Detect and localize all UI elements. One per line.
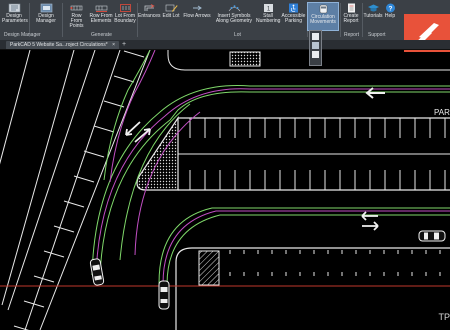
diagonal-stall-lines (13, 50, 145, 330)
design-manager-button[interactable]: Design Manager (33, 2, 59, 31)
svg-text:?: ? (388, 5, 392, 12)
button-label: Tutorials (363, 13, 383, 19)
accessible-icon (289, 3, 298, 13)
row-elements-icon (95, 5, 107, 12)
entrances-button[interactable]: Entrances (138, 2, 161, 31)
button-label: Row From Elements (89, 13, 113, 25)
help-icon: ? (385, 3, 395, 13)
stall-line (33, 275, 55, 283)
group-label-report: Report (344, 32, 360, 38)
boundary-icon (119, 4, 131, 12)
dropdown-item-icon[interactable] (312, 42, 319, 49)
ribbon-toolbar: Design Parameters Design Manager Row Fro… (0, 0, 450, 41)
document-tab[interactable]: ParkCAD 5 Website Sa...roject Circulatio… (6, 41, 120, 49)
lot-from-boundary-button[interactable]: Lot From Boundary (114, 2, 136, 31)
row-from-elements-button[interactable]: Row From Elements (89, 2, 113, 31)
group-label-lot: Lot (234, 32, 241, 38)
button-label: Design Parameters (2, 13, 28, 25)
circulation-dropdown-menu (309, 30, 322, 66)
button-label: Edit Lot (162, 13, 180, 19)
design-parameters-button[interactable]: Design Parameters (2, 2, 28, 31)
button-label: Design Manager (36, 13, 56, 25)
circulation-movements-button[interactable]: Circulation Movements (307, 2, 339, 31)
flow-arrow-icon (192, 5, 202, 11)
row-points-icon (70, 5, 83, 11)
stall-line (113, 75, 135, 83)
group-label-design-manager: Design Manager (4, 32, 41, 38)
stall-line (13, 325, 30, 330)
vehicle-icon (418, 230, 446, 242)
dropdown-item-icon[interactable] (312, 33, 319, 40)
cad-drawing-canvas[interactable] (0, 50, 450, 330)
numbering-icon: 1 (263, 4, 273, 13)
button-label: Row From Points (69, 13, 84, 30)
tab-title: ParkCAD 5 Website Sa...roject Circulatio… (10, 42, 108, 48)
help-button[interactable]: ? Help (383, 2, 397, 31)
stall-line (43, 250, 65, 258)
report-icon (347, 3, 355, 13)
vehicle-icon (89, 258, 105, 286)
parking-island (136, 116, 450, 191)
button-label: Create Report (343, 13, 359, 25)
document-tab-bar: ParkCAD 5 Website Sa...roject Circulatio… (0, 40, 450, 50)
parameters-icon (8, 3, 20, 13)
stall-line (53, 225, 75, 233)
stall-line (123, 50, 145, 58)
group-separator (62, 3, 63, 37)
edit-lot-icon (165, 4, 177, 12)
button-label: Lot From Boundary (114, 13, 136, 25)
dropdown-item-icon[interactable] (312, 51, 319, 58)
insert-symbols-button[interactable]: Insert Symbols Along Geometry (215, 2, 253, 31)
stall-line (73, 175, 95, 183)
create-report-button[interactable]: Create Report (341, 2, 361, 31)
stall-line (23, 300, 45, 308)
button-label: Stall Numbering (256, 13, 281, 25)
diagonal-parking-row-upper (1, 50, 151, 330)
tutorials-icon (367, 4, 379, 12)
button-label: Entrances (138, 13, 161, 19)
accessible-parking-button[interactable]: Accessible Parking (281, 2, 306, 31)
button-label: Accessible Parking (281, 13, 306, 25)
bottom-stall-lines (229, 250, 441, 276)
flow-arrows-button[interactable]: Flow Arrows (183, 2, 211, 31)
stall-numbering-button[interactable]: 1 Stall Numbering (256, 2, 280, 31)
manager-icon (40, 3, 52, 13)
row-from-points-button[interactable]: Row From Points (65, 2, 88, 31)
symbols-icon (228, 5, 240, 12)
button-label: Flow Arrows (183, 13, 211, 19)
entrance-icon (144, 4, 155, 11)
parking-row-bottom (175, 247, 450, 330)
brand-watermark: PAR (434, 108, 450, 117)
stall-line (83, 150, 105, 158)
diagonal-parking-row-lower (0, 50, 31, 165)
tab-close-icon[interactable]: × (112, 42, 115, 48)
stall-line (93, 125, 115, 133)
button-label: Help (384, 13, 396, 19)
edit-lot-button[interactable]: Edit Lot (161, 2, 181, 31)
tutorials-button[interactable]: Tutorials (363, 2, 383, 31)
group-label-generate: Generate (91, 32, 112, 38)
new-tab-button[interactable]: + (122, 40, 126, 49)
button-label: Insert Symbols Along Geometry (215, 13, 253, 25)
group-label-support: Support (368, 32, 386, 38)
corner-text: TP (438, 312, 450, 322)
circulation-icon (319, 4, 327, 14)
button-label: Circulation Movements (310, 14, 336, 26)
vehicle-icon (158, 280, 170, 310)
